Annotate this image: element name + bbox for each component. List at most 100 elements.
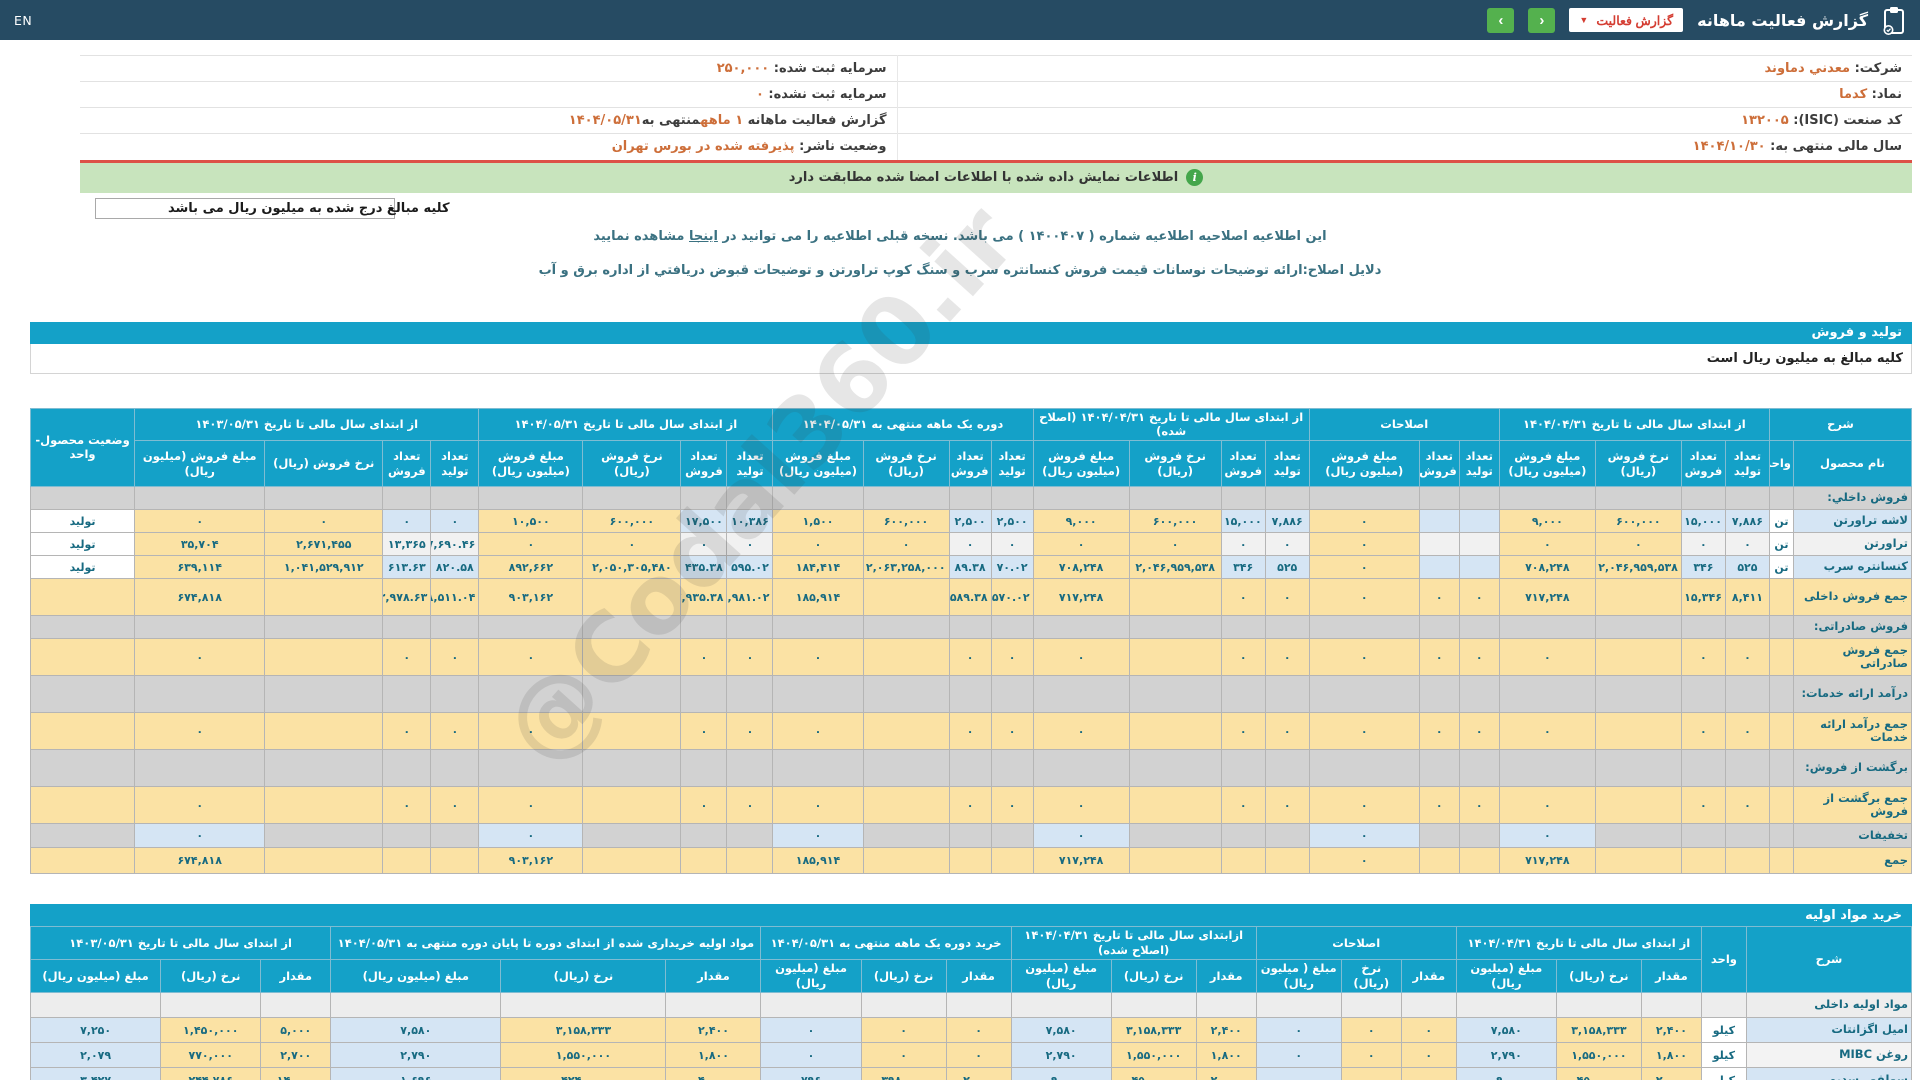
cell: ۱۷,۹۳۵.۳۸ (680, 578, 728, 617)
cell (862, 847, 950, 875)
cell (948, 847, 992, 875)
cell (1220, 675, 1266, 714)
cell: ۰ (382, 712, 432, 751)
column-header: شرح (1745, 926, 1913, 994)
cell: ۰ (1340, 1067, 1402, 1080)
cell (134, 486, 266, 511)
row-label: کنسانتره سرب (1792, 555, 1913, 580)
section-row: فروش داخلي: (29, 486, 1913, 511)
info-label: منتهی به (641, 113, 701, 128)
cell: ۰ (680, 786, 728, 825)
cell (160, 992, 262, 1019)
report-type-dropdown[interactable]: گزارش فعالیت ▼ (1569, 8, 1684, 32)
table-row: تراورتن تن ۰ ۰ ۰ ۰ ۰ ۰ ۰ ۰ ۰ ۰ ۰ ۰ ۰ ۰ ۰ ۰ ۰ ۷,۶۹۰.۴۶ ۱۳,۳۶۵… (29, 532, 1913, 557)
row-label: فروش صادراتی: (1792, 615, 1913, 640)
info-row: کد صنعت (ISIC): ۱۳۲۰۰۵ گزارش فعالیت ماهان… (80, 107, 1912, 134)
cell: ۰ (948, 712, 992, 751)
cell (862, 675, 950, 714)
cell: ۱۸۴,۴۱۴ (772, 555, 864, 580)
cell (1418, 823, 1460, 849)
previous-version-link[interactable]: اینجا (689, 229, 718, 244)
cell (29, 675, 136, 714)
cell: ۲,۶۷۱,۴۵۵ (264, 532, 384, 557)
prev-report-button[interactable]: ‹ (1487, 7, 1515, 33)
cell: ۰ (1308, 638, 1420, 677)
language-toggle-en[interactable]: EN (14, 13, 32, 28)
cell (264, 749, 384, 788)
arrow-left-icon: ‹ (1498, 11, 1504, 29)
cell (1458, 509, 1500, 534)
cell: ۰ (680, 712, 728, 751)
cell: ۱,۶۹۶ (330, 1067, 502, 1080)
cell (1418, 532, 1460, 557)
cell: ۳,۱۵۸,۳۳۳ (1110, 1017, 1197, 1044)
clipboard-report-icon[interactable] (1882, 6, 1906, 35)
correction-notice: این اطلاعیه اصلاحیه اطلاعیه شماره ( ۱۴۰۰… (0, 229, 1920, 244)
cell: ۲,۵۸۹.۳۸ (948, 578, 992, 617)
cell: ۲۴۴,۷۸۶ (160, 1067, 262, 1080)
cell: ۰ (430, 712, 480, 751)
column-header: مقدار (260, 959, 332, 994)
cell: ۷۹۶ (760, 1067, 862, 1080)
cell (1455, 992, 1557, 1019)
cell (1700, 992, 1747, 1019)
column-header: مقدار (1400, 959, 1457, 994)
cell (29, 578, 136, 617)
cell: ۰ (134, 823, 266, 849)
info-label: گزارش فعالیت ماهانه (743, 113, 887, 128)
cell (1594, 712, 1682, 751)
cell (990, 675, 1034, 714)
cell (1594, 486, 1682, 511)
column-header: مبلغ (میلیون ریال) (29, 959, 162, 994)
cell (1458, 847, 1500, 875)
cell: ۱,۵۵۰,۰۰۰ (1555, 1042, 1642, 1069)
cell (1458, 486, 1500, 511)
cell: ۷,۸۸۶ (1724, 509, 1770, 534)
column-header: تعداد تولید (1458, 440, 1500, 488)
next-report-button[interactable]: › (1528, 7, 1556, 33)
cell: ۴۲۴,۰۰۰ (500, 1067, 667, 1080)
cell: تن (1768, 532, 1794, 557)
cell (862, 712, 950, 751)
cell: ۳۴۶ (1220, 555, 1266, 580)
cell: ۰ (1418, 578, 1460, 617)
cell (1400, 992, 1457, 1019)
cell (478, 675, 584, 714)
cell (1255, 992, 1342, 1019)
cell (1032, 615, 1130, 640)
cell: کیلو (1700, 1067, 1747, 1080)
info-label: سرمایه ثبت شده: (769, 61, 887, 76)
cell: ۰ (430, 638, 480, 677)
info-label: سال مالی منتهی به: (1765, 139, 1902, 155)
cell (1128, 823, 1222, 849)
cell (264, 638, 384, 677)
column-header: اصلاحات (1308, 407, 1500, 442)
cell (1594, 675, 1682, 714)
cell: ۰ (1032, 638, 1130, 677)
cell: ۰ (948, 532, 992, 557)
cell: ۲,۰۰۰ (945, 1067, 1012, 1080)
column-header: نرخ فروش (ریال) (582, 440, 682, 488)
cell (680, 823, 728, 849)
cell: ۷۰۸,۲۴۸ (1032, 555, 1130, 580)
cell: ۰ (1308, 509, 1420, 534)
table-row: جمع ۷۱۷,۲۴۸ ۰ ۷۱۷,۲۴۸ ۱۸۵,۹۱۴ ۹۰۳,۱۶۲ ۶۷۴,۸۱۸ (29, 847, 1913, 875)
info-value: پذیرفته شده در بورس تهران (611, 139, 795, 155)
cell: ۰ (990, 532, 1034, 557)
arrow-right-icon: › (1539, 11, 1545, 29)
cell (680, 486, 728, 511)
cell: ۰ (990, 712, 1034, 751)
cell: ۰ (1680, 786, 1726, 825)
cell: ۰ (945, 1042, 1012, 1069)
column-header: مبلغ (میلیون ریال) (1010, 959, 1112, 994)
table-row: روغن MIBC کیلو ۱,۸۰۰ ۱,۵۵۰,۰۰۰ ۲,۷۹۰ ۰ ۰ ۰ ۱,۸۰۰… (29, 1042, 1913, 1069)
info-row: شرکت: معدني دماوند سرمایه ثبت شده: ۲۵۰,۰۰… (80, 55, 1912, 82)
cell: ۰ (1032, 532, 1130, 557)
cell: ۹,۰۰۰ (1498, 509, 1596, 534)
cell (1498, 675, 1596, 714)
cell (1498, 749, 1596, 788)
cell: ۰ (1594, 532, 1682, 557)
section-row: درآمد ارائه خدمات: (29, 675, 1913, 714)
cell (1724, 675, 1770, 714)
column-header: اصلاحات (1255, 926, 1457, 961)
